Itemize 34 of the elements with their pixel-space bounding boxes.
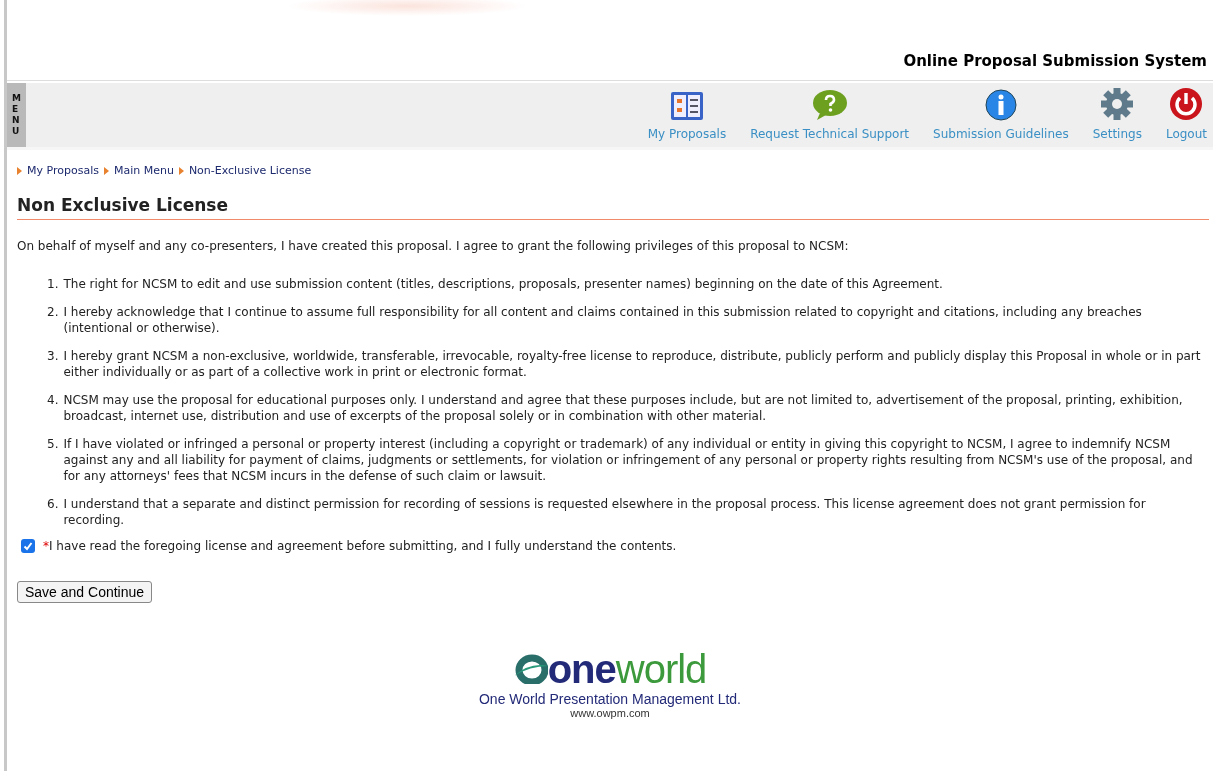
item-number: 3. xyxy=(47,348,59,365)
agreement-label: *I have read the foregoing license and agreement before submitting, and I fully understand the contents. xyxy=(43,539,677,553)
swoosh-icon xyxy=(513,654,548,684)
term-text: If I have violated or infringed a personal or property interest (including a copyright or trademark) of any individual or entity in giving this copyright to NCSM, I agree to indemnify NCSM against any and all liability for payment of claims, judgments or settlements, for violation or infringement of any personal or property rights resulting from NCSM's use of the proposal, and for any attorneys' fees that NCSM incurs in the defense of such claim or lawsuit. xyxy=(63,436,1194,484)
term-text: NCSM may use the proposal for educational purposes only. I understand and agree that these purposes include, but are not limited to, advertisement of the proposal, printing, exhibition, broadcast, internet use, distribution and use of excerpts of the proposal solely or in combination with other material. xyxy=(63,392,1184,424)
caret-icon xyxy=(17,166,22,175)
term-text: I hereby acknowledge that I continue to assume full responsibility for all content and claims contained in this submission related to copyright and citations, including any breaches (intentional or otherwise). xyxy=(63,304,1143,336)
company-logo: oneworld xyxy=(513,649,707,689)
caret-icon xyxy=(103,166,109,175)
info-icon xyxy=(984,89,1017,121)
page-heading: Non Exclusive License xyxy=(17,195,1209,220)
company-url: www.owpm.com xyxy=(570,707,650,719)
menu-tab[interactable]: MENU xyxy=(7,83,26,147)
term-text: I understand that a separate and distinct permission for recording of sessions is requested elsewhere in the proposal process. This license agreement does not grant permission for recording. xyxy=(63,496,1147,528)
settings-icon xyxy=(1100,87,1135,121)
company-name: One World Presentation Management Ltd. xyxy=(479,691,741,707)
item-number: 2. xyxy=(47,304,59,321)
intro-text: On behalf of myself and any co-presenters, I have created this proposal. I agree to grant the following privileges of this proposal to NCSM: xyxy=(17,238,850,254)
breadcrumb-link[interactable]: Non-Exclusive License xyxy=(188,164,312,177)
item-number: 6. xyxy=(47,496,59,513)
caret-icon xyxy=(178,166,184,175)
term-text: I hereby grant NCSM a non-exclusive, worldwide, transferable, irrevocable, royalty-free license to reproduce, distribute, publicly perform and publicly display this Proposal in whole or in part either individually or as part of a collective work in print or electronic format. xyxy=(63,348,1202,380)
term-text: The right for NCSM to edit and use submission content (titles, descriptions, proposals, presenter names) beginning on the date of this Agreement. xyxy=(63,276,943,292)
breadcrumb-link[interactable]: Main Menu xyxy=(113,164,174,177)
question-bubble-icon xyxy=(811,89,848,121)
breadcrumb-link[interactable]: My Proposals xyxy=(27,164,99,177)
site-title: Online Proposal Submission System xyxy=(903,52,1207,70)
save-continue-button[interactable]: Save and Continue xyxy=(17,581,153,603)
item-number: 4. xyxy=(47,392,59,409)
item-number: 5. xyxy=(47,436,59,453)
item-number: 1. xyxy=(47,276,59,292)
agree-checkbox[interactable] xyxy=(21,539,35,553)
power-icon xyxy=(1169,87,1204,121)
list-icon xyxy=(669,91,704,121)
